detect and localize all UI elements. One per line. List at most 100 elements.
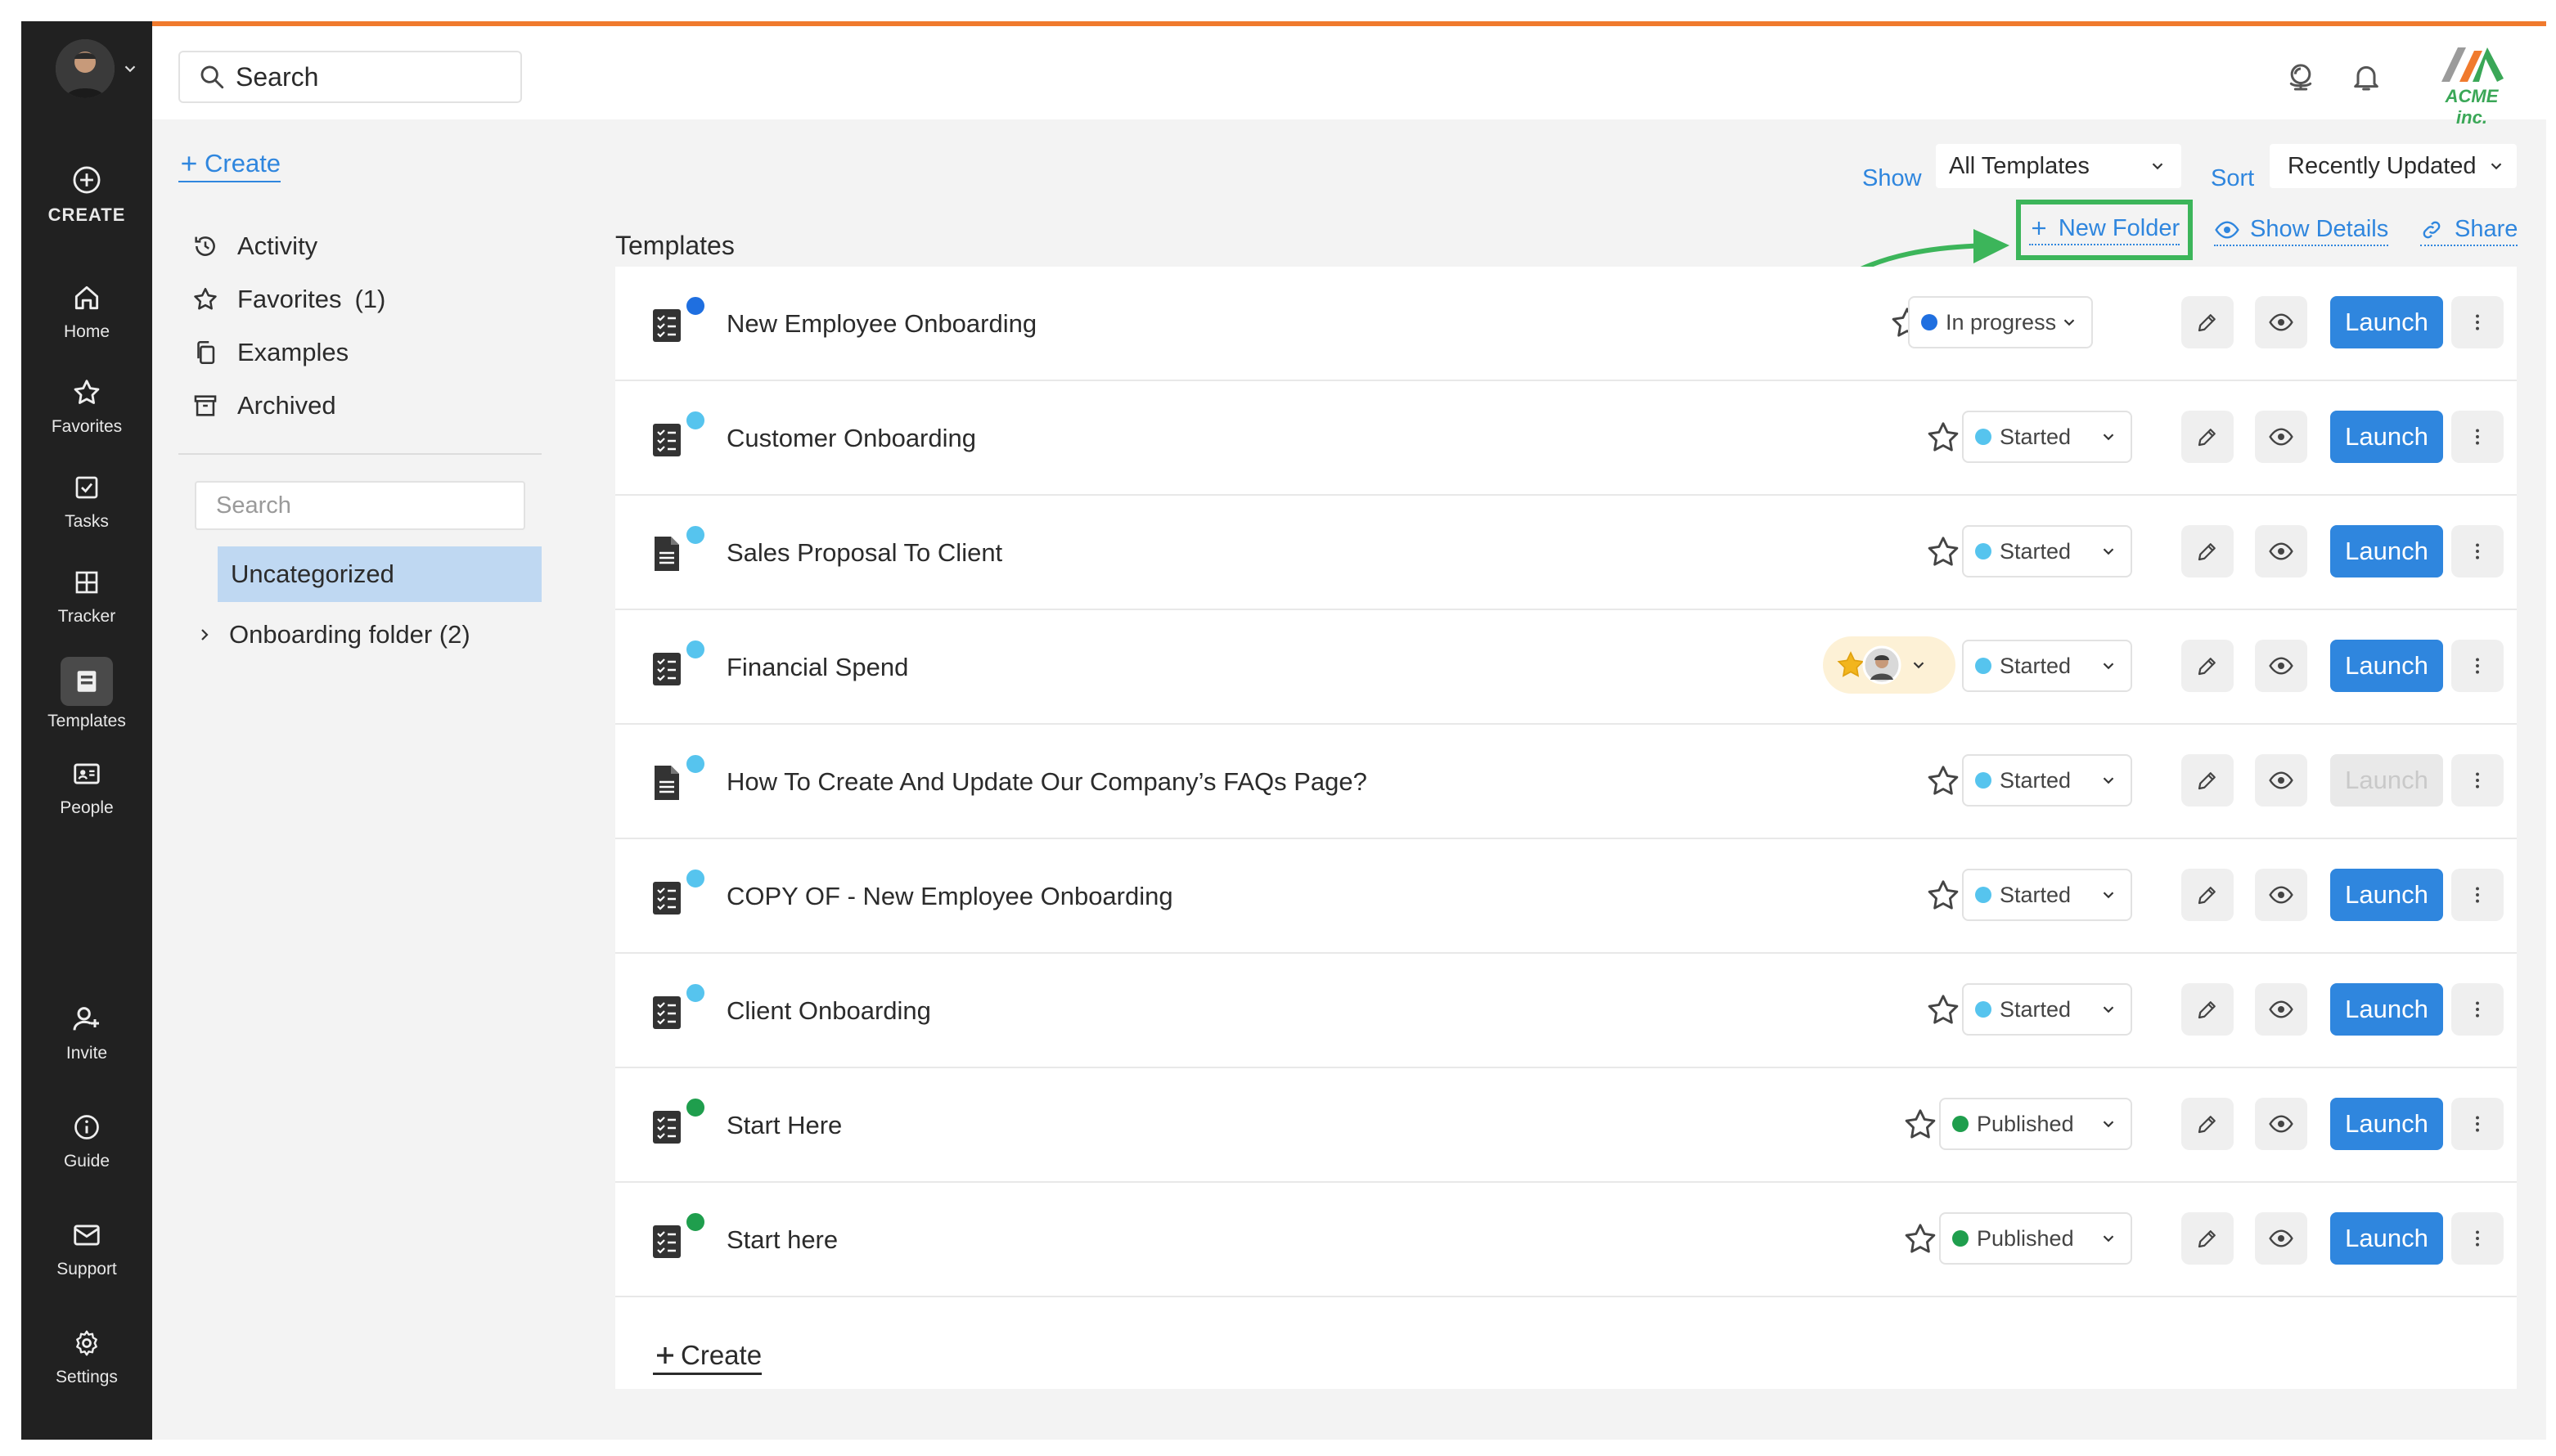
- template-title[interactable]: Start here: [727, 1183, 838, 1297]
- rail-item-templates[interactable]: Templates: [21, 656, 152, 731]
- folder-onboarding[interactable]: Onboarding folder (2): [195, 612, 470, 658]
- more-options-button[interactable]: [2451, 754, 2504, 807]
- edit-button[interactable]: [2181, 1212, 2234, 1265]
- favorite-star-icon[interactable]: [1924, 533, 1962, 571]
- template-title[interactable]: COPY OF - New Employee Onboarding: [727, 839, 1173, 954]
- template-title[interactable]: Start Here: [727, 1068, 842, 1183]
- favorite-star-icon[interactable]: [1924, 877, 1962, 914]
- show-details-button[interactable]: Show Details: [2214, 216, 2389, 246]
- status-dropdown[interactable]: Published: [1939, 1212, 2132, 1265]
- rail-item-home[interactable]: Home: [21, 278, 152, 342]
- new-folder-button[interactable]: New Folder: [2028, 215, 2180, 245]
- preview-button[interactable]: [2255, 1212, 2307, 1265]
- status-dropdown[interactable]: Published: [1939, 1098, 2132, 1150]
- rail-item-invite[interactable]: Invite: [21, 1000, 152, 1063]
- status-dropdown[interactable]: Started: [1962, 640, 2132, 692]
- rail-item-tasks[interactable]: Tasks: [21, 468, 152, 532]
- folder-search-input[interactable]: [196, 491, 512, 520]
- template-title[interactable]: Sales Proposal To Client: [727, 496, 1002, 610]
- preview-button[interactable]: [2255, 869, 2307, 921]
- edit-button[interactable]: [2181, 983, 2234, 1036]
- template-title[interactable]: New Employee Onboarding: [727, 267, 1037, 381]
- table-row[interactable]: Start here Published Launch: [615, 1183, 2517, 1297]
- rail-item-tracker[interactable]: Tracker: [21, 563, 152, 627]
- favorite-star-icon[interactable]: [1901, 1106, 1939, 1144]
- user-menu[interactable]: [56, 39, 139, 98]
- table-row[interactable]: How To Create And Update Our Company’s F…: [615, 725, 2517, 839]
- more-options-button[interactable]: [2451, 640, 2504, 692]
- rail-item-guide[interactable]: Guide: [21, 1108, 152, 1171]
- template-title[interactable]: Customer Onboarding: [727, 381, 976, 496]
- folder-search[interactable]: [195, 481, 525, 530]
- table-row[interactable]: Client Onboarding Started Launch: [615, 954, 2517, 1068]
- launch-button[interactable]: Launch: [2330, 1212, 2443, 1265]
- more-options-button[interactable]: [2451, 525, 2504, 577]
- edit-button[interactable]: [2181, 754, 2234, 807]
- launch-button[interactable]: Launch: [2330, 1098, 2443, 1150]
- favorite-star-icon[interactable]: [1924, 419, 1962, 456]
- show-select[interactable]: All Templates: [1936, 144, 2181, 188]
- table-row[interactable]: New Employee Onboarding In progress Launch: [615, 267, 2517, 381]
- status-dropdown[interactable]: Started: [1962, 869, 2132, 921]
- favorite-star-icon[interactable]: [1901, 1220, 1939, 1258]
- edit-button[interactable]: [2181, 525, 2234, 577]
- globe-icon[interactable]: [2284, 61, 2317, 93]
- more-options-button[interactable]: [2451, 983, 2504, 1036]
- more-options-button[interactable]: [2451, 1098, 2504, 1150]
- more-options-button[interactable]: [2451, 1212, 2504, 1265]
- preview-button[interactable]: [2255, 983, 2307, 1036]
- rail-create[interactable]: CREATE: [21, 160, 152, 226]
- preview-button[interactable]: [2255, 411, 2307, 463]
- template-title[interactable]: Financial Spend: [727, 610, 908, 725]
- launch-button[interactable]: Launch: [2330, 525, 2443, 577]
- table-row[interactable]: Start Here Published Launch: [615, 1068, 2517, 1183]
- rail-item-people[interactable]: People: [21, 754, 152, 818]
- sort-select[interactable]: Recently Updated: [2270, 144, 2517, 188]
- status-dropdown[interactable]: Started: [1962, 754, 2132, 807]
- more-options-button[interactable]: [2451, 296, 2504, 348]
- table-row[interactable]: Customer Onboarding Started Launch: [615, 381, 2517, 496]
- preview-button[interactable]: [2255, 754, 2307, 807]
- rail-item-favorites[interactable]: Favorites: [21, 373, 152, 437]
- preview-button[interactable]: [2255, 296, 2307, 348]
- launch-button[interactable]: Launch: [2330, 640, 2443, 692]
- rail-item-settings[interactable]: Settings: [21, 1323, 152, 1387]
- global-search-input[interactable]: [234, 61, 499, 93]
- status-dropdown[interactable]: In progress: [1908, 296, 2093, 348]
- template-title[interactable]: Client Onboarding: [727, 954, 931, 1068]
- table-row[interactable]: Financial Spend Started Launch: [615, 610, 2517, 725]
- more-options-button[interactable]: [2451, 869, 2504, 921]
- launch-button[interactable]: Launch: [2330, 296, 2443, 348]
- status-dropdown[interactable]: Started: [1962, 525, 2132, 577]
- edit-button[interactable]: [2181, 869, 2234, 921]
- table-row[interactable]: COPY OF - New Employee Onboarding Started…: [615, 839, 2517, 954]
- chevron-right-icon[interactable]: [195, 625, 214, 645]
- status-dropdown[interactable]: Started: [1962, 411, 2132, 463]
- template-title[interactable]: How To Create And Update Our Company’s F…: [727, 725, 1367, 839]
- preview-button[interactable]: [2255, 1098, 2307, 1150]
- launch-button[interactable]: Launch: [2330, 411, 2443, 463]
- launch-button[interactable]: Launch: [2330, 983, 2443, 1036]
- bell-icon[interactable]: [2350, 61, 2383, 93]
- status-dropdown[interactable]: Started: [1962, 983, 2132, 1036]
- edit-button[interactable]: [2181, 1098, 2234, 1150]
- share-button[interactable]: Share: [2420, 216, 2518, 246]
- global-search[interactable]: [178, 51, 522, 103]
- list-create-button[interactable]: Create: [653, 1340, 763, 1375]
- more-options-button[interactable]: [2451, 411, 2504, 463]
- edit-button[interactable]: [2181, 296, 2234, 348]
- create-link[interactable]: Create: [178, 149, 281, 182]
- table-row[interactable]: Sales Proposal To Client Started Launch: [615, 496, 2517, 610]
- nav-item-favorites[interactable]: Favorites (1): [191, 272, 385, 326]
- edit-button[interactable]: [2181, 411, 2234, 463]
- rail-item-support[interactable]: Support: [21, 1216, 152, 1279]
- nav-item-archived[interactable]: Archived: [191, 379, 385, 432]
- edit-button[interactable]: [2181, 640, 2234, 692]
- nav-item-activity[interactable]: Activity: [191, 219, 385, 272]
- preview-button[interactable]: [2255, 525, 2307, 577]
- favorite-star-icon[interactable]: [1924, 762, 1962, 800]
- favorite-star-icon[interactable]: [1924, 991, 1962, 1029]
- folder-uncategorized[interactable]: Uncategorized: [218, 546, 542, 602]
- assignees[interactable]: [1823, 636, 1955, 694]
- launch-button[interactable]: Launch: [2330, 869, 2443, 921]
